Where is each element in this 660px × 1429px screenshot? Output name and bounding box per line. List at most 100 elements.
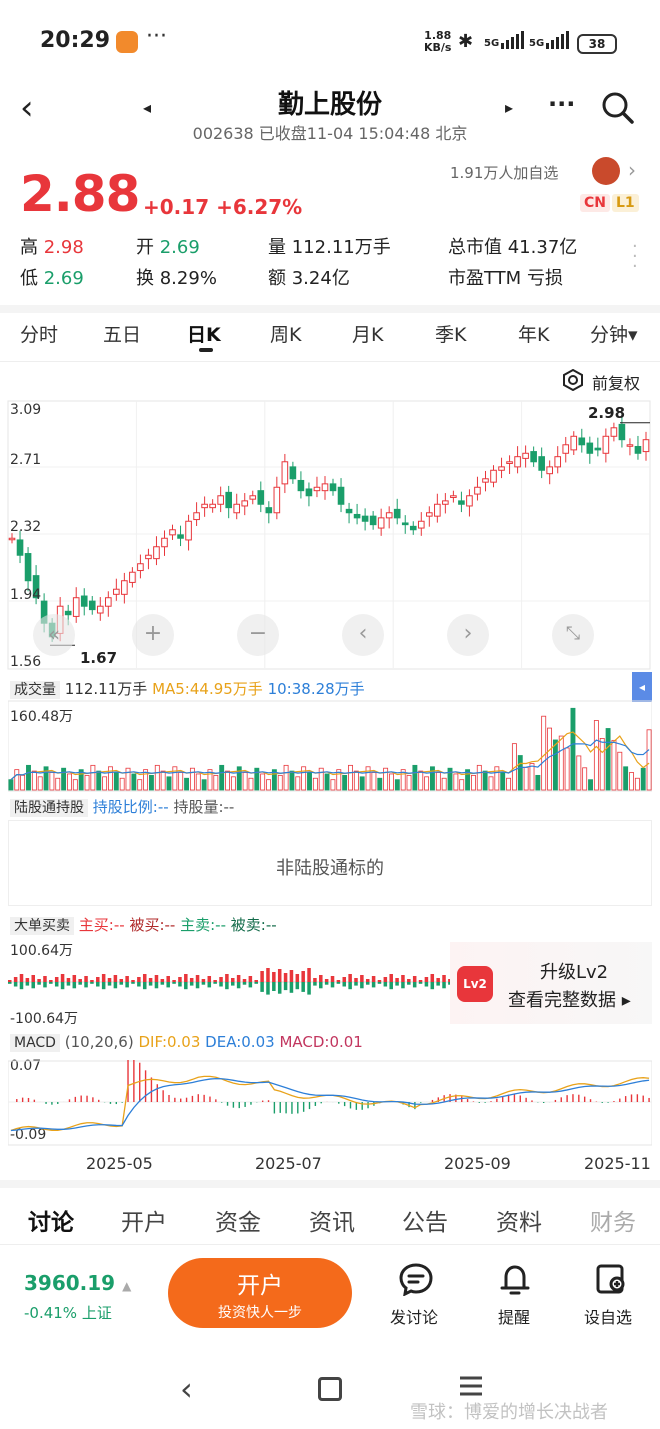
nav-menu-icon[interactable] bbox=[458, 1375, 484, 1397]
nav-back-icon[interactable]: ‹ bbox=[180, 1370, 193, 1408]
volume-bar bbox=[552, 739, 558, 791]
tab-announcement[interactable]: 公告 bbox=[402, 1203, 448, 1237]
big-buy-bar bbox=[313, 978, 317, 982]
big-buy-bar bbox=[260, 971, 264, 982]
big-sell-bar bbox=[248, 982, 253, 988]
tab-intraday[interactable]: 分时 bbox=[20, 320, 58, 347]
volume-bar bbox=[418, 770, 424, 791]
tab-five-day[interactable]: 五日 bbox=[103, 320, 141, 347]
volume-bar bbox=[195, 773, 201, 791]
candle bbox=[345, 508, 353, 514]
big-sell-bar bbox=[90, 982, 94, 984]
signal-icon-1: 5G bbox=[484, 31, 525, 49]
volume-bar bbox=[318, 767, 324, 791]
candle bbox=[96, 605, 104, 614]
tab-account[interactable]: 开户 bbox=[121, 1203, 167, 1237]
expand-stats-icon[interactable]: · · · bbox=[632, 238, 638, 276]
nav-home-icon[interactable] bbox=[318, 1377, 342, 1401]
scroll-left-icon[interactable]: ‹ bbox=[342, 614, 384, 656]
candle bbox=[417, 520, 425, 529]
volume-bar bbox=[283, 764, 289, 791]
open-account-button[interactable]: 开户 投资快人一步 bbox=[168, 1258, 352, 1328]
volume-bar bbox=[435, 772, 441, 791]
candle bbox=[530, 451, 537, 463]
volume-bar bbox=[248, 777, 254, 791]
upgrade-title[interactable]: 升级Lv2 bbox=[540, 958, 608, 984]
big-sell-bar bbox=[101, 982, 106, 990]
candle bbox=[233, 503, 241, 514]
y-tick: 2.32 bbox=[10, 519, 42, 535]
candle bbox=[209, 503, 216, 509]
volume-bar bbox=[500, 772, 506, 791]
watchlist-icon[interactable] bbox=[594, 1262, 628, 1296]
alert-label[interactable]: 提醒 bbox=[498, 1304, 530, 1328]
big-sell-bar bbox=[272, 982, 276, 991]
candle bbox=[554, 456, 562, 468]
fullscreen-icon[interactable]: ⤡ bbox=[552, 614, 594, 656]
volume-bar bbox=[277, 774, 283, 791]
big-buy-bar bbox=[412, 976, 417, 982]
volume-bar bbox=[359, 776, 365, 791]
tab-quarterly-k[interactable]: 季K bbox=[435, 320, 466, 347]
big-buy-bar bbox=[84, 976, 88, 982]
tab-profile[interactable]: 资料 bbox=[496, 1203, 542, 1237]
big-sell-bar bbox=[154, 982, 159, 989]
tab-monthly-k[interactable]: 月K bbox=[352, 320, 383, 347]
adjust-icon[interactable] bbox=[562, 368, 584, 392]
candle bbox=[145, 554, 152, 560]
candle bbox=[458, 500, 465, 505]
tab-weekly-k[interactable]: 周K bbox=[270, 320, 301, 347]
volume-bar bbox=[178, 772, 184, 791]
candle bbox=[105, 597, 112, 607]
zoom-in-icon[interactable]: + bbox=[132, 614, 174, 656]
watch-label[interactable]: 设自选 bbox=[584, 1304, 632, 1328]
scroll-left-fast-icon[interactable]: « bbox=[33, 614, 75, 656]
big-sell-bar bbox=[225, 982, 229, 990]
candle bbox=[634, 445, 642, 454]
tab-finance[interactable]: 财务 bbox=[590, 1203, 636, 1237]
scroll-right-icon[interactable]: › bbox=[447, 614, 489, 656]
discuss-label[interactable]: 发讨论 bbox=[390, 1304, 438, 1328]
volume-bar bbox=[20, 774, 26, 791]
next-stock-icon[interactable]: ▸ bbox=[505, 98, 513, 117]
watchlist-count[interactable]: 1.91万人加自选 bbox=[450, 162, 558, 183]
candle bbox=[113, 588, 120, 595]
big-buy-bar bbox=[248, 976, 253, 982]
candle bbox=[482, 478, 489, 483]
bell-icon[interactable] bbox=[498, 1262, 532, 1296]
big-buy-bar bbox=[442, 975, 446, 982]
tab-discussion[interactable]: 讨论 bbox=[28, 1203, 74, 1237]
big-sell-bar bbox=[360, 982, 364, 989]
discuss-icon[interactable] bbox=[398, 1262, 434, 1297]
big-buy-bar bbox=[219, 977, 223, 982]
chevron-right-icon[interactable]: › bbox=[628, 158, 636, 182]
price-change: +0.17 +6.27% bbox=[143, 195, 303, 219]
big-sell-bar bbox=[148, 982, 153, 986]
big-buy-bar bbox=[307, 968, 311, 982]
volume-bar bbox=[547, 727, 552, 791]
big-sell-bar bbox=[125, 982, 129, 988]
volume-bar bbox=[564, 747, 570, 791]
adjust-label[interactable]: 前复权 bbox=[592, 370, 640, 394]
big-buy-bar bbox=[178, 977, 182, 982]
y-tick: 2.71 bbox=[10, 452, 42, 468]
zoom-out-icon[interactable]: − bbox=[237, 614, 279, 656]
big-buy-bar bbox=[31, 975, 35, 982]
macd-legend: MACD (10,20,6) DIF:0.03 DEA:0.03 MACD:0.… bbox=[10, 1033, 363, 1052]
tab-daily-k[interactable]: 日K bbox=[187, 320, 221, 347]
index-value[interactable]: 3960.19 ▲ bbox=[24, 1271, 131, 1295]
search-icon[interactable] bbox=[600, 90, 636, 126]
l1-badge: L1 bbox=[612, 194, 639, 212]
tab-fund[interactable]: 资金 bbox=[215, 1203, 261, 1237]
collapse-indicator-icon[interactable]: ◂ bbox=[632, 672, 652, 702]
tab-yearly-k[interactable]: 年K bbox=[518, 320, 549, 347]
view-full-data[interactable]: 查看完整数据 ▸ bbox=[508, 986, 631, 1012]
stat-volume: 量 112.11万手 bbox=[268, 237, 391, 258]
tab-minute[interactable]: 分钟▾ bbox=[590, 320, 638, 347]
candle bbox=[161, 537, 168, 548]
more-icon[interactable]: ··· bbox=[548, 90, 575, 118]
tab-news[interactable]: 资讯 bbox=[309, 1203, 355, 1237]
big-order-chart bbox=[8, 968, 454, 995]
big-sell-bar bbox=[424, 982, 429, 987]
volume-bar bbox=[148, 774, 154, 791]
